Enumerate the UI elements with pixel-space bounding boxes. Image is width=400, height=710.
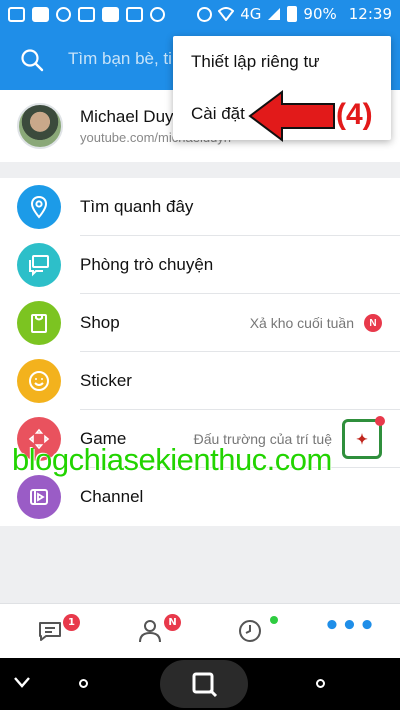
do-not-disturb-icon — [197, 6, 213, 22]
list-item-label: Phòng trò chuyện — [80, 255, 214, 274]
list-item-label: Tìm quanh đây — [80, 197, 194, 216]
online-dot — [270, 616, 278, 624]
tab-timeline[interactable] — [200, 604, 300, 658]
list-item-chat-rooms[interactable]: Phòng trò chuyện — [0, 236, 400, 294]
notification-icons — [8, 6, 165, 22]
list-item-nearby[interactable]: Tìm quanh đây — [0, 178, 400, 236]
menu-item-privacy-settings[interactable]: Thiết lập riêng tư — [173, 36, 391, 88]
battery-icon — [287, 6, 298, 22]
watermark: blogchiasekienthuc.com — [12, 442, 332, 477]
location-icon — [17, 185, 61, 229]
app-notification-icon — [126, 6, 143, 22]
home-square-icon — [192, 672, 218, 698]
chat-bubble-icon — [39, 622, 61, 641]
system-nav-bar — [0, 658, 400, 710]
smiley-icon — [17, 359, 61, 403]
clock-icon — [239, 620, 261, 642]
person-icon — [139, 620, 161, 643]
list-item-shop[interactable]: Shop Xả kho cuối tuần N — [0, 294, 400, 352]
nav-down-chevron-icon[interactable] — [12, 672, 32, 692]
new-badge: N — [364, 314, 382, 332]
notification-dot — [375, 416, 385, 426]
wifi-icon — [218, 7, 235, 21]
annotation-label: (4) — [336, 98, 373, 131]
tab-contacts[interactable]: N — [100, 604, 200, 658]
shop-promo-text: Xả kho cuối tuần — [249, 315, 354, 331]
nav-home-button[interactable] — [160, 660, 248, 708]
list-item-label: Shop — [80, 313, 120, 332]
facebook-icon — [32, 6, 49, 22]
network-type: 4G — [240, 5, 262, 23]
bottom-tab-bar: 1 N ••• — [0, 603, 400, 658]
search-icon[interactable] — [20, 48, 44, 72]
shopping-bag-icon — [17, 301, 61, 345]
signal-icon — [268, 8, 281, 20]
list-item-label: Sticker — [80, 371, 132, 390]
chat-rooms-icon — [17, 243, 61, 287]
search-input[interactable]: Tìm bạn bè, ti — [68, 49, 172, 69]
tab-more[interactable]: ••• — [300, 604, 400, 658]
battery-level: 90% — [303, 5, 337, 23]
game-thumbnail[interactable]: ✦ — [342, 416, 385, 459]
mail-icon — [8, 6, 25, 22]
nav-recents-dot-icon[interactable] — [316, 679, 325, 688]
game-logo-icon: ✦ — [356, 430, 368, 447]
uc-browser-icon — [150, 6, 165, 22]
contacts-badge: N — [164, 614, 181, 631]
list-item-label: Channel — [80, 487, 144, 506]
messenger-icon — [56, 6, 71, 22]
nav-back-dot-icon[interactable] — [79, 679, 88, 688]
avatar — [17, 103, 63, 149]
clock: 12:39 — [348, 5, 392, 23]
more-icon: ••• — [323, 611, 377, 641]
status-bar: 4G 90% 12:39 — [0, 0, 400, 28]
channel-icon — [17, 475, 61, 519]
annotation-arrow-icon — [248, 90, 335, 142]
messages-badge: 1 — [63, 614, 80, 631]
tab-messages[interactable]: 1 — [0, 604, 100, 658]
gallery-icon — [78, 6, 95, 22]
list-item-sticker[interactable]: Sticker — [0, 352, 400, 410]
youtube-icon — [102, 6, 119, 22]
